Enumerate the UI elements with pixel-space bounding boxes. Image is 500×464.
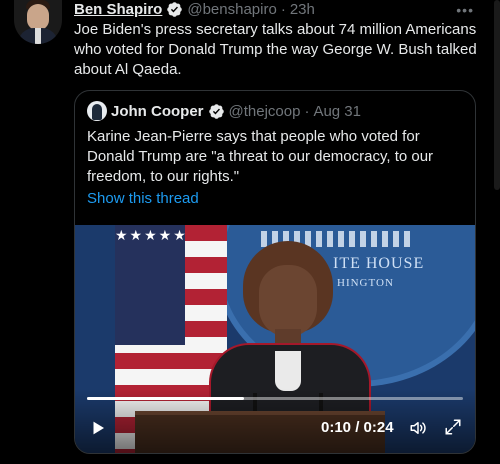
- backdrop-sublabel: HINGTON: [337, 277, 394, 289]
- quoted-tweet-text: Karine Jean-Pierre says that people who …: [87, 128, 434, 185]
- author-handle[interactable]: @benshapiro: [187, 1, 276, 18]
- tweet[interactable]: Ben Shapiro @benshapiro · 23h ••• Joe Bi…: [0, 0, 500, 464]
- verified-badge-icon: [167, 1, 183, 17]
- avatar-face: [27, 4, 49, 30]
- quoted-tweet-date: Aug 31: [313, 102, 361, 120]
- backdrop-label: ITE HOUSE: [333, 255, 425, 272]
- more-horizontal-icon[interactable]: •••: [456, 2, 474, 18]
- video-progress-bar[interactable]: [87, 397, 463, 400]
- speaker-shirt: [275, 351, 301, 391]
- scrollbar[interactable]: [494, 0, 500, 464]
- header-separator: ·: [280, 0, 286, 18]
- speaker-face: [259, 265, 317, 337]
- author-name[interactable]: Ben Shapiro: [74, 1, 162, 18]
- video-player[interactable]: ITE HOUSE HINGTON ★★★★★★★★★★★★★★★★★★★★★★…: [75, 225, 475, 453]
- fullscreen-icon[interactable]: [444, 418, 462, 436]
- quoted-header-separator: ·: [304, 102, 310, 120]
- show-thread-link[interactable]: Show this thread: [87, 190, 199, 207]
- video-time: 0:10 / 0:24: [321, 419, 394, 436]
- quoted-tweet-card[interactable]: John Cooper @thejcoop · Aug 31 Karine Je…: [74, 90, 476, 454]
- quoted-author-handle: @thejcoop: [228, 102, 301, 120]
- play-icon[interactable]: [89, 419, 107, 437]
- tweet-text: Joe Biden's press secretary talks about …: [74, 21, 477, 78]
- quoted-author-name: John Cooper: [111, 102, 204, 120]
- flag-stars: ★★★★★★★★★★★★★★★★★★★★★★★★★★★★★★★★★★★★: [115, 225, 185, 345]
- tweet-header: Ben Shapiro @benshapiro · 23h: [74, 0, 315, 18]
- scrollbar-thumb[interactable]: [494, 0, 500, 190]
- author-avatar[interactable]: [14, 0, 62, 44]
- quoted-author-avatar: [87, 101, 107, 121]
- tweet-timestamp[interactable]: 23h: [290, 1, 315, 18]
- verified-badge-icon: [208, 103, 224, 119]
- volume-icon[interactable]: [408, 419, 428, 437]
- quoted-tweet-header: John Cooper @thejcoop · Aug 31: [87, 101, 361, 121]
- avatar-collar: [35, 28, 41, 44]
- video-progress-fill: [87, 397, 244, 400]
